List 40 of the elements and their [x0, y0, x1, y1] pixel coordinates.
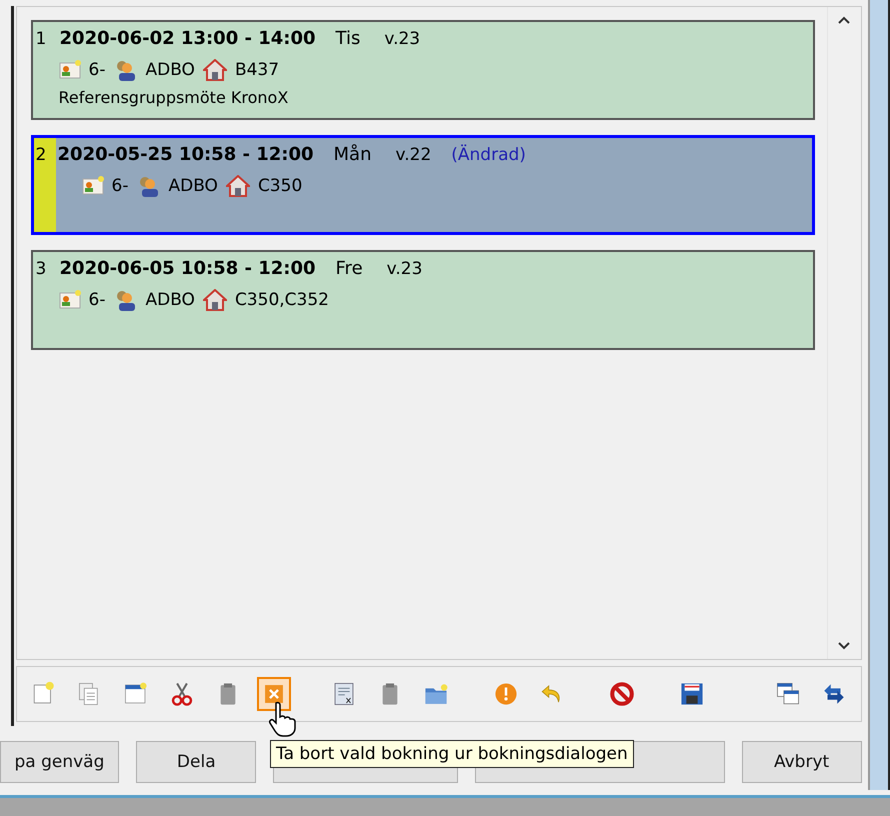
booking-day: Tis [336, 28, 360, 49]
booking-week: v.22 [395, 145, 432, 165]
booking-week: v.23 [386, 259, 422, 279]
booking-card[interactable]: 3 2020-06-05 10:58 - 12:00 Fre v.23 6- ADBO C350,C352 [30, 250, 815, 350]
room-text: C350 [258, 176, 302, 196]
room-text: B437 [234, 60, 280, 80]
booking-day: Fre [336, 258, 363, 279]
booking-datetime: 2020-06-02 13:00 - 14:00 [60, 28, 316, 49]
booking-datetime: 2020-05-25 10:58 - 12:00 [58, 144, 314, 165]
booking-number: 3 [36, 259, 48, 279]
person-text: ADBO [168, 176, 218, 196]
dialog-button[interactable]: Dela [136, 741, 256, 783]
group-text: 6- [112, 176, 128, 196]
booking-description: Referensgruppsmöte KronoX [58, 88, 290, 107]
group-text: 6- [88, 60, 106, 80]
person-text: ADBO [145, 290, 195, 310]
contact-card-icon [58, 60, 81, 80]
booking-card[interactable]: 1 2020-06-02 13:00 - 14:00 Tis v.23 6- ADBO B437 Referensgruppsmöte KronoX [30, 20, 815, 120]
delete-icon[interactable] [256, 677, 291, 711]
hand-cursor-icon [268, 700, 296, 738]
scroll-down-icon[interactable] [837, 641, 852, 651]
booking-datetime: 2020-06-05 10:58 - 12:00 [60, 258, 316, 279]
dialog-button[interactable]: Avbryt [742, 741, 862, 783]
house-icon [226, 175, 250, 197]
tooltip: Ta bort vald bokning ur bokningsdialogen [270, 740, 634, 768]
booking-number: 1 [36, 29, 48, 49]
house-icon [202, 59, 227, 81]
changed-note: (Ändrad) [451, 145, 526, 165]
scroll-up-icon[interactable] [837, 15, 852, 25]
dialog-button[interactable]: pa genväg [0, 741, 120, 783]
booking-number: 2 [36, 145, 48, 165]
house-icon [202, 289, 227, 311]
booking-day: Mån [334, 144, 372, 165]
contact-card-icon [58, 290, 81, 310]
contact-card-icon [82, 176, 104, 196]
booking-card[interactable]: 2 2020-05-25 10:58 - 12:00 Mån v.22 (Ändrad) 6- ADBO C350 [30, 135, 815, 235]
group-text: 6- [88, 290, 106, 310]
person-text: ADBO [145, 60, 195, 80]
booking-week: v.23 [384, 29, 420, 49]
room-text: C350,C352 [234, 290, 329, 310]
